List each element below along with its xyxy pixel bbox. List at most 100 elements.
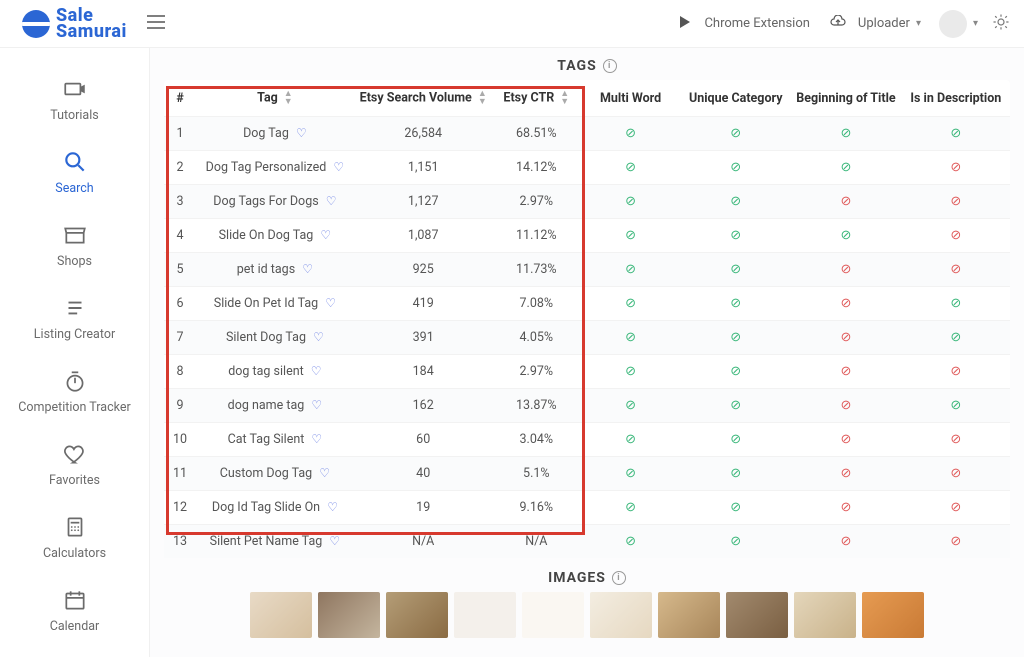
play-store-icon [678,15,698,33]
check-no-icon: ⊘ [950,160,961,175]
image-thumb[interactable] [726,592,788,638]
cell-vol: N/A [354,525,493,559]
cell-num: 13 [164,525,196,559]
image-thumb[interactable] [862,592,924,638]
cell-desc: ⊘ [902,253,1010,287]
heart-icon[interactable]: ♡ [320,228,331,242]
sidebar-item-competition-tracker[interactable]: Competition Tracker [0,358,149,431]
check-no-icon: ⊘ [950,534,961,549]
sidebar-item-search[interactable]: Search [0,139,149,212]
cell-unique: ⊘ [681,491,790,525]
table-row[interactable]: 11Custom Dog Tag ♡405.1%⊘⊘⊘⊘ [164,457,1010,491]
cell-begin: ⊘ [790,389,901,423]
col-header-begin[interactable]: Beginning of Title [790,80,901,117]
sidebar-item-label: Calculators [43,546,106,561]
check-yes-icon: ⊘ [730,500,741,515]
brand-line2: Samurai [56,21,127,42]
table-row[interactable]: 7Silent Dog Tag ♡3914.05%⊘⊘⊘⊘ [164,321,1010,355]
check-no-icon: ⊘ [950,500,961,515]
info-icon[interactable]: i [603,59,617,73]
brand-logo[interactable]: Sale Samurai [22,8,127,40]
chrome-extension-link[interactable]: Chrome Extension [678,15,809,33]
image-thumb[interactable] [386,592,448,638]
table-row[interactable]: 12Dog Id Tag Slide On ♡199.16%⊘⊘⊘⊘ [164,491,1010,525]
heart-icon[interactable]: ♡ [326,194,337,208]
image-thumb[interactable] [454,592,516,638]
cell-desc: ⊘ [902,457,1010,491]
cell-tag: dog tag silent ♡ [196,355,354,389]
cell-vol: 40 [354,457,493,491]
heart-icon[interactable]: ♡ [302,262,313,276]
image-thumb[interactable] [250,592,312,638]
sidebar-item-listing-creator[interactable]: Listing Creator [0,285,149,358]
image-thumb[interactable] [794,592,856,638]
sidebar-item-calculators[interactable]: Calculators [0,504,149,577]
cell-vol: 391 [354,321,493,355]
col-header-multi[interactable]: Multi Word [580,80,681,117]
image-thumb[interactable] [658,592,720,638]
heart-icon[interactable]: ♡ [327,500,338,514]
cell-num: 5 [164,253,196,287]
table-row[interactable]: 1Dog Tag ♡26,58468.51%⊘⊘⊘⊘ [164,117,1010,151]
stopwatch-icon [0,368,149,394]
settings-button[interactable] [992,13,1010,35]
cell-ctr: 68.51% [493,117,580,151]
heart-icon[interactable]: ♡ [311,398,322,412]
cell-desc: ⊘ [902,219,1010,253]
cell-multi: ⊘ [580,117,681,151]
heart-icon[interactable]: ♡ [311,432,322,446]
col-header-desc[interactable]: Is in Description [902,80,1010,117]
heart-icon[interactable]: ♡ [319,466,330,480]
brand-mark-icon [22,10,50,38]
table-row[interactable]: 4Slide On Dog Tag ♡1,08711.12%⊘⊘⊘⊘ [164,219,1010,253]
sidebar-item-favorites[interactable]: Favorites [0,431,149,504]
heart-icon[interactable]: ♡ [325,296,336,310]
col-header-num[interactable]: # [164,80,196,117]
cell-ctr: 9.16% [493,491,580,525]
col-header-vol[interactable]: Etsy Search Volume▲▼ [354,80,493,117]
table-row[interactable]: 6Slide On Pet Id Tag ♡4197.08%⊘⊘⊘⊘ [164,287,1010,321]
heart-icon[interactable]: ♡ [311,364,322,378]
image-thumb[interactable] [522,592,584,638]
cell-multi: ⊘ [580,355,681,389]
menu-toggle-icon[interactable] [147,13,165,34]
cell-multi: ⊘ [580,423,681,457]
table-row[interactable]: 3Dog Tags For Dogs ♡1,1272.97%⊘⊘⊘⊘ [164,185,1010,219]
table-row[interactable]: 5pet id tags ♡92511.73%⊘⊘⊘⊘ [164,253,1010,287]
cell-unique: ⊘ [681,457,790,491]
sidebar-item-tutorials[interactable]: Tutorials [0,66,149,139]
check-no-icon: ⊘ [840,262,851,277]
table-row[interactable]: 13Silent Pet Name Tag ♡N/AN/A⊘⊘⊘⊘ [164,525,1010,559]
shop-icon [0,222,149,248]
heart-icon[interactable]: ♡ [313,330,324,344]
table-row[interactable]: 2Dog Tag Personalized ♡1,15114.12%⊘⊘⊘⊘ [164,151,1010,185]
heart-icon[interactable]: ♡ [329,534,340,548]
table-row[interactable]: 9dog name tag ♡16213.87%⊘⊘⊘⊘ [164,389,1010,423]
sort-icon: ▲▼ [284,90,293,106]
table-row[interactable]: 10Cat Tag Silent ♡603.04%⊘⊘⊘⊘ [164,423,1010,457]
col-header-tag[interactable]: Tag▲▼ [196,80,354,117]
col-header-ctr[interactable]: Etsy CTR▲▼ [493,80,580,117]
cell-multi: ⊘ [580,151,681,185]
sidebar-item-shops[interactable]: Shops [0,212,149,285]
heart-icon[interactable]: ♡ [333,160,344,174]
cell-begin: ⊘ [790,253,901,287]
cell-tag: Custom Dog Tag ♡ [196,457,354,491]
cell-begin: ⊘ [790,457,901,491]
cell-tag: pet id tags ♡ [196,253,354,287]
info-icon[interactable]: i [612,571,626,585]
cell-vol: 184 [354,355,493,389]
sidebar-item-calendar[interactable]: Calendar [0,577,149,650]
uploader-menu[interactable]: Uploader ▾ [830,15,921,33]
table-row[interactable]: 8dog tag silent ♡1842.97%⊘⊘⊘⊘ [164,355,1010,389]
sort-icon: ▲▼ [560,90,569,106]
heart-icon[interactable]: ♡ [296,126,307,140]
image-thumb[interactable] [590,592,652,638]
cell-begin: ⊘ [790,491,901,525]
image-thumb[interactable] [318,592,380,638]
cell-num: 7 [164,321,196,355]
avatar[interactable] [939,10,967,38]
check-yes-icon: ⊘ [730,160,741,175]
chevron-down-icon[interactable]: ▾ [973,18,978,29]
col-header-unique[interactable]: Unique Category [681,80,790,117]
